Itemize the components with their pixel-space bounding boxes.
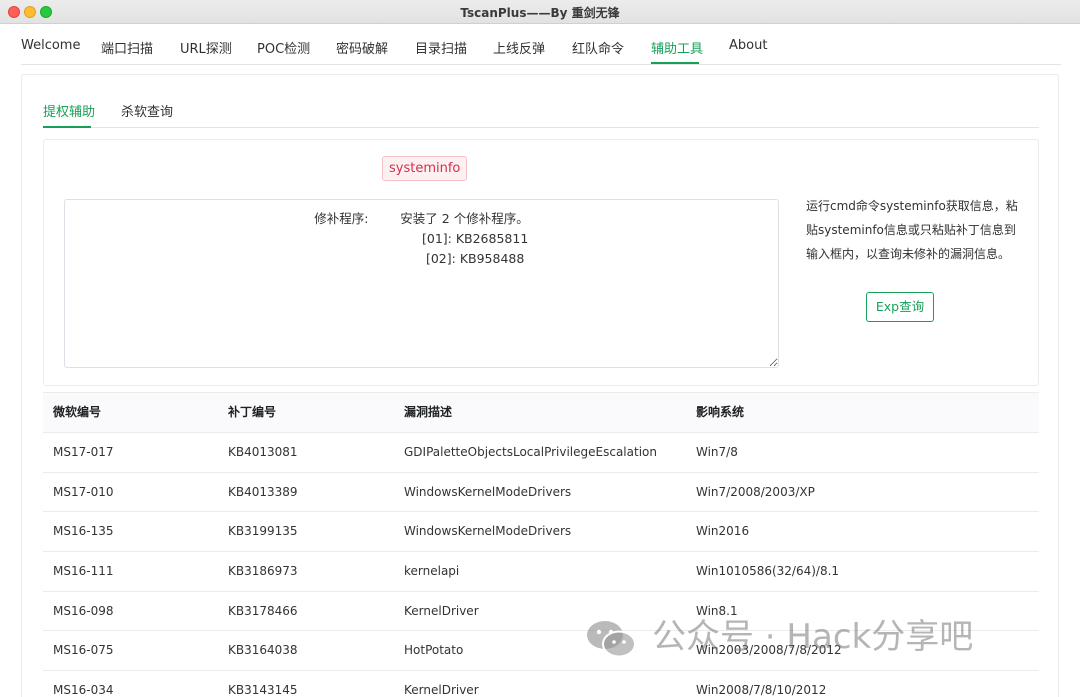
nav-tab-poc-check[interactable]: POC检测 [257, 38, 310, 57]
watermark-text: 公众号 · Hack分享吧 [652, 617, 974, 657]
subtab-antivirus-lookup[interactable]: 杀软查询 [121, 101, 173, 120]
cell-description: WindowsKernelModeDrivers [404, 524, 572, 539]
table-row[interactable]: MS16-135 KB3199135 WindowsKernelModeDriv… [43, 512, 1039, 553]
subtab-privilege-escalation[interactable]: 提权辅助 [43, 101, 95, 120]
nav-tab-dir-scan[interactable]: 目录扫描 [415, 38, 467, 57]
nav-tab-redteam-commands[interactable]: 红队命令 [572, 38, 624, 57]
nav-tab-password-crack[interactable]: 密码破解 [336, 38, 388, 57]
nav-tab-port-scan[interactable]: 端口扫描 [101, 38, 153, 57]
column-header-affected-systems: 影响系统 [696, 405, 745, 419]
cell-ms-id: MS17-010 [53, 484, 114, 499]
cell-ms-id: MS16-135 [53, 524, 114, 539]
cell-affected-systems: Win2016 [696, 524, 750, 539]
column-header-description: 漏洞描述 [404, 405, 453, 419]
cell-kb-id: KB4013389 [228, 484, 298, 499]
cell-description: HotPotato [404, 643, 464, 658]
cell-ms-id: MS17-017 [53, 445, 114, 459]
cell-affected-systems: Win7/8 [696, 445, 738, 459]
cell-ms-id: MS16-034 [53, 683, 114, 697]
sub-tabs: 提权辅助 杀软查询 [43, 101, 1039, 128]
cell-kb-id: KB3186973 [228, 564, 298, 579]
cell-kb-id: KB4013081 [228, 445, 298, 459]
table-row[interactable]: MS16-034 KB3143145 KernelDriver Win2008/… [43, 671, 1039, 697]
app-window: TscanPlus——By 重剑无锋 Welcome 端口扫描 URL探测 PO… [0, 0, 1080, 697]
input-panel: systeminfo 修补程序: 安装了 2 个修补程序。 [01]: KB26… [43, 139, 1039, 386]
cell-affected-systems: Win7/2008/2003/XP [696, 484, 815, 499]
command-tag: systeminfo [382, 156, 468, 181]
cell-kb-id: KB3199135 [228, 524, 298, 539]
help-text: 运行cmd命令systeminfo获取信息，粘贴systeminfo信息或只粘贴… [806, 199, 1018, 261]
cell-kb-id: KB3143145 [228, 683, 298, 697]
cell-description: KernelDriver [404, 603, 479, 618]
title-bar: TscanPlus——By 重剑无锋 [0, 0, 1080, 24]
cell-affected-systems: Win1010586(32/64)/8.1 [696, 564, 840, 579]
cell-ms-id: MS16-098 [53, 603, 114, 618]
table-row[interactable]: MS17-010 KB4013389 WindowsKernelModeDriv… [43, 472, 1039, 513]
nav-tab-welcome[interactable]: Welcome [21, 38, 80, 53]
column-header-kb-id: 补丁编号 [228, 405, 277, 419]
cell-description: GDIPaletteObjectsLocalPrivilegeEscalatio… [404, 445, 657, 459]
nav-tab-aux-tools[interactable]: 辅助工具 [651, 38, 703, 57]
window-title: TscanPlus——By 重剑无锋 [460, 6, 620, 20]
systeminfo-input[interactable]: 修补程序: 安装了 2 个修补程序。 [01]: KB2685811 [02]:… [64, 199, 779, 368]
content-card: 提权辅助 杀软查询 systeminfo 修补程序: 安装了 2 个修补程序。 … [21, 74, 1059, 697]
cell-ms-id: MS16-075 [53, 643, 114, 658]
wechat-logo-icon [587, 621, 636, 658]
subtab-active-indicator [43, 126, 91, 128]
nav-tab-reverse-shell[interactable]: 上线反弹 [493, 38, 545, 57]
nav-active-indicator [651, 62, 699, 64]
nav-tab-url-probe[interactable]: URL探测 [180, 38, 232, 57]
cell-ms-id: MS16-111 [53, 564, 114, 579]
main-nav: Welcome 端口扫描 URL探测 POC检测 密码破解 目录扫描 上线反弹 … [21, 24, 1061, 65]
table-row[interactable]: MS17-017 KB4013081 GDIPaletteObjectsLoca… [43, 433, 1039, 473]
cell-description: kernelapi [404, 564, 460, 579]
exp-query-button[interactable]: Exp查询 [866, 292, 934, 322]
cell-description: WindowsKernelModeDrivers [404, 484, 572, 499]
cell-description: KernelDriver [404, 683, 479, 697]
cell-kb-id: KB3164038 [228, 643, 298, 658]
cell-affected-systems: Win2008/7/8/10/2012 [696, 683, 827, 697]
table-header: 微软编号 补丁编号 漏洞描述 影响系统 [43, 393, 1039, 433]
nav-tab-about[interactable]: About [729, 38, 767, 53]
table-row[interactable]: MS16-111 KB3186973 kernelapi Win1010586(… [43, 552, 1039, 592]
column-header-ms-id: 微软编号 [53, 405, 102, 419]
cell-kb-id: KB3178466 [228, 603, 298, 618]
